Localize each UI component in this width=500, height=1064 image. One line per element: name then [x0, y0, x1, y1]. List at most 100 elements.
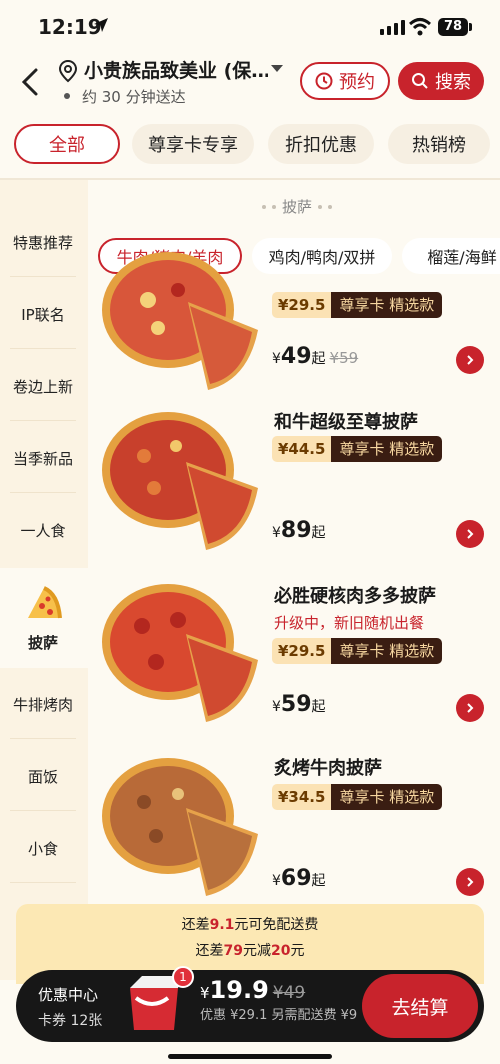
price: ¥59起 [272, 692, 326, 717]
price-symbol: ¥ [272, 873, 281, 889]
coupon-count[interactable]: 卡券 12张 [38, 1010, 102, 1030]
eta-dot [64, 93, 70, 99]
sidebar-item-seasonal[interactable]: 当季新品 [10, 448, 76, 469]
sidebar-separator [10, 492, 76, 493]
card-price: ¥29.5 [272, 638, 332, 664]
sidebar-item-single-meal[interactable]: 一人食 [10, 520, 76, 541]
search-icon [412, 73, 428, 89]
sidebar-item-specials[interactable]: 特惠推荐 [10, 232, 76, 253]
card-price-tag: ¥34.5 尊享卡 精选款 [272, 784, 443, 810]
product-card[interactable]: ¥29.5 尊享卡 精选款 ¥49起 ¥59 [96, 252, 500, 390]
store-name[interactable]: 小贵族品致美业 (保… [84, 56, 268, 83]
sidebar-item-noodles-rice[interactable]: 面饭 [10, 766, 76, 787]
fee-amount: 9.1 [209, 917, 235, 933]
card-tag: 尊享卡 精选款 [331, 436, 443, 462]
fee-text: 元 [290, 943, 305, 959]
sidebar-separator [10, 348, 76, 349]
card-price: ¥34.5 [272, 784, 332, 810]
price: ¥89起 [272, 518, 326, 543]
fee-text: 还差 [181, 917, 210, 933]
fee-text: 元可免配送费 [234, 917, 319, 933]
chevron-right-icon [467, 355, 474, 365]
price-symbol: ¥ [272, 699, 281, 715]
chevron-right-icon [467, 529, 474, 539]
add-to-cart-button[interactable] [456, 346, 484, 374]
sidebar-separator [10, 420, 76, 421]
sidebar-item-pizza[interactable]: 披萨 [10, 632, 76, 653]
add-to-cart-button[interactable] [456, 694, 484, 722]
location-pin-icon [58, 59, 78, 83]
card-price: ¥29.5 [272, 292, 332, 318]
price-value: 89 [280, 518, 312, 543]
cart-count-badge: 1 [172, 966, 194, 988]
fee-amount: 79 [223, 943, 243, 959]
price-suffix: 起 [311, 525, 326, 541]
price-symbol: ¥ [272, 525, 281, 541]
pizza-image [102, 412, 258, 550]
checkout-button[interactable]: 去结算 [362, 974, 478, 1038]
price: ¥49起 ¥59 [272, 344, 358, 369]
sidebar-separator [10, 276, 76, 277]
card-tag: 尊享卡 精选款 [331, 784, 443, 810]
product-card[interactable]: 必胜硬核肉多多披萨 升级中，新旧随机出餐 ¥29.5 尊享卡 精选款 ¥59起 [96, 574, 500, 744]
card-price-tag: ¥29.5 尊享卡 精选款 [272, 292, 443, 318]
search-label: 搜索 [435, 72, 471, 93]
fee-text: 元减 [243, 943, 271, 959]
price-suffix: 起 [311, 873, 326, 889]
tab-card-exclusive[interactable]: 尊享卡专享 [132, 124, 254, 164]
total-symbol: ¥ [200, 984, 210, 1002]
sidebar-separator [10, 810, 76, 811]
battery-icon: 78 [438, 18, 468, 36]
sidebar-item-steak[interactable]: 牛排烤肉 [10, 694, 76, 715]
tab-best-sellers[interactable]: 热销榜 [388, 124, 490, 164]
clock-icon [315, 72, 333, 90]
price-symbol: ¥ [272, 351, 281, 367]
reserve-button[interactable]: 预约 [300, 62, 390, 100]
home-indicator [168, 1054, 332, 1059]
discount-hint: 还差79元减20元 [16, 940, 484, 960]
savings-note: 优惠 ¥29.1 另需配送费 ¥9 [200, 1008, 358, 1023]
sidebar-item-rolled-crust[interactable]: 卷边上新 [10, 376, 76, 397]
total-original: ¥49 [272, 983, 306, 1003]
top-tabs: 全部 尊享卡专享 折扣优惠 热销榜 [0, 124, 500, 168]
price: ¥69起 [272, 866, 326, 891]
fee-text: 还差 [195, 943, 224, 959]
price-value: 59 [280, 692, 312, 717]
signal-icon [380, 20, 405, 35]
price-suffix: 起 [311, 699, 326, 715]
add-to-cart-button[interactable] [456, 868, 484, 896]
sidebar-item-snacks[interactable]: 小食 [10, 838, 76, 859]
back-button[interactable] [14, 64, 46, 100]
fee-amount: 20 [271, 943, 291, 959]
add-to-cart-button[interactable] [456, 520, 484, 548]
price-value: 69 [280, 866, 312, 891]
chevron-right-icon [467, 877, 474, 887]
tab-all[interactable]: 全部 [14, 124, 120, 164]
card-price-tag: ¥29.5 尊享卡 精选款 [272, 638, 443, 664]
reserve-label: 预约 [339, 72, 375, 93]
pizza-image [102, 758, 258, 896]
card-price: ¥44.5 [272, 436, 332, 462]
pizza-image [102, 252, 258, 390]
chevron-down-icon[interactable] [271, 65, 283, 72]
tab-discounts[interactable]: 折扣优惠 [268, 124, 374, 164]
subtab-durian-seafood[interactable]: 榴莲/海鲜 [402, 238, 500, 274]
pizza-image [102, 584, 258, 722]
sidebar-item-ip-collab[interactable]: IP联名 [10, 304, 76, 325]
card-price-tag: ¥44.5 尊享卡 精选款 [272, 436, 443, 462]
chevron-right-icon [467, 703, 474, 713]
cart-total: ¥19.9 ¥49 [200, 976, 305, 1004]
card-tag: 尊享卡 精选款 [331, 292, 443, 318]
promo-center-link[interactable]: 优惠中心 [38, 984, 98, 1005]
product-name: 必胜硬核肉多多披萨 [274, 586, 436, 607]
sidebar-separator [10, 738, 76, 739]
product-card[interactable]: 和牛超级至尊披萨 ¥44.5 尊享卡 精选款 ¥89起 [96, 400, 500, 570]
search-button[interactable]: 搜索 [398, 62, 484, 100]
product-card[interactable]: 炙烤牛肉披萨 ¥34.5 尊享卡 精选款 ¥69起 [96, 748, 500, 918]
price-value: 49 [280, 344, 312, 369]
product-name: 和牛超级至尊披萨 [274, 412, 418, 433]
free-delivery-hint: 还差9.1元可免配送费 [16, 914, 484, 934]
subtab-chicken-duck[interactable]: 鸡肉/鸭肉/双拼 [252, 238, 392, 274]
wifi-icon [408, 18, 432, 36]
original-price: ¥59 [329, 349, 359, 367]
